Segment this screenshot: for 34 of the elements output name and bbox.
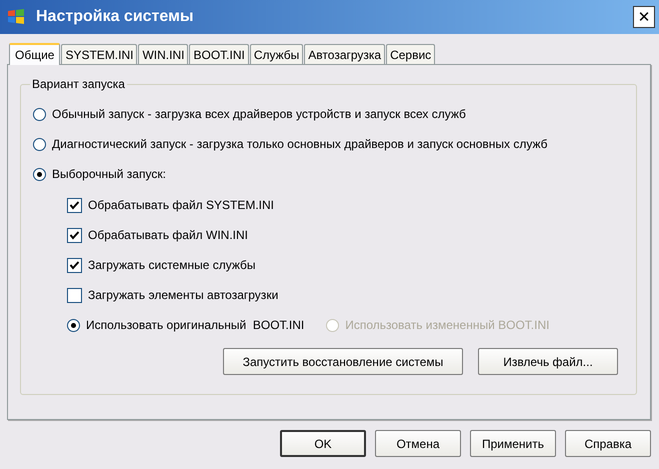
checkbox[interactable] xyxy=(67,258,82,272)
checkbox[interactable] xyxy=(67,198,82,212)
checkbox[interactable] xyxy=(67,228,82,242)
radio-button[interactable] xyxy=(33,108,46,120)
dialog-button[interactable]: OK xyxy=(280,430,366,457)
radio-button[interactable] xyxy=(33,138,46,150)
action-button[interactable]: Запустить восстановление системы xyxy=(223,348,463,375)
tab[interactable]: Автозагрузка xyxy=(304,44,386,64)
option-label: Диагностический запуск - загрузка только основных драйверов и запуск основных служб xyxy=(52,137,548,151)
radio-button[interactable] xyxy=(67,318,80,332)
option-label: Обычный запуск - загрузка всех драйверов устройств и запуск всех служб xyxy=(52,107,466,121)
dialog-button[interactable]: Применить xyxy=(470,430,556,457)
option-label: Обрабатывать файл SYSTEM.INI xyxy=(88,198,274,212)
close-button[interactable]: ✕ xyxy=(633,6,655,28)
checkbox[interactable] xyxy=(67,288,82,302)
tab[interactable]: Сервис xyxy=(386,44,436,64)
tab[interactable]: BOOT.INI xyxy=(189,44,249,64)
option-label: Загружать системные службы xyxy=(88,258,256,272)
option-label: Обрабатывать файл WIN.INI xyxy=(88,228,248,242)
dialog-button[interactable]: Отмена xyxy=(375,430,461,457)
window-title: Настройка системы xyxy=(36,8,195,26)
option-label: Использовать измененный BOOT.INI xyxy=(345,318,550,332)
option-label: Выборочный запуск: xyxy=(52,167,166,181)
tab[interactable]: Службы xyxy=(250,44,304,64)
dialog-button[interactable]: Справка xyxy=(565,430,651,457)
action-button[interactable]: Извлечь файл... xyxy=(478,348,618,375)
option-label: Использовать оригинальный BOOT.INI xyxy=(86,318,304,332)
tab[interactable]: SYSTEM.INI xyxy=(61,44,138,64)
option-label: Загружать элементы автозагрузки xyxy=(88,288,278,302)
radio-button[interactable] xyxy=(33,168,46,180)
tab[interactable]: Общие xyxy=(9,43,60,65)
windows-flag-icon xyxy=(6,7,26,27)
tab[interactable]: WIN.INI xyxy=(138,44,188,64)
group-title: Вариант запуска xyxy=(31,77,126,91)
